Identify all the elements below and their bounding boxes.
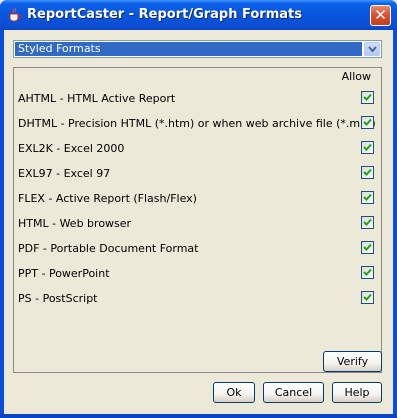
chevron-down-icon	[368, 46, 377, 53]
dialog-window: ReportCaster - Report/Graph Formats ✕ St…	[0, 0, 397, 418]
allow-checkbox[interactable]	[361, 241, 374, 254]
format-label: FLEX - Active Report (Flash/Flex)	[18, 192, 197, 205]
window-title: ReportCaster - Report/Graph Formats	[27, 7, 302, 22]
format-label: PPT - PowerPoint	[18, 267, 110, 280]
allow-checkbox[interactable]	[361, 191, 374, 204]
format-row: PDF - Portable Document Format	[14, 238, 381, 260]
checkmark-icon	[363, 118, 372, 126]
format-label: DHTML - Precision HTML (*.htm) or when w…	[18, 117, 376, 130]
close-button[interactable]: ✕	[370, 5, 391, 26]
format-set-dropdown[interactable]: Styled Formats	[13, 40, 382, 58]
format-row: FLEX - Active Report (Flash/Flex)	[14, 188, 381, 210]
java-cup-icon	[7, 7, 23, 23]
checkmark-icon	[363, 93, 372, 101]
format-list: Allow AHTML - HTML Active Report DHTML - …	[13, 67, 382, 373]
checkmark-icon	[363, 143, 372, 151]
format-label: PS - PostScript	[18, 292, 98, 305]
checkmark-icon	[363, 218, 372, 226]
format-row: PS - PostScript	[14, 288, 381, 310]
format-set-selected: Styled Formats	[15, 42, 362, 56]
window-frame-bottom	[0, 414, 397, 418]
help-button[interactable]: Help	[332, 382, 382, 403]
format-row: EXL2K - Excel 2000	[14, 138, 381, 160]
dropdown-button[interactable]	[364, 42, 380, 56]
checkmark-icon	[363, 168, 372, 176]
format-row: DHTML - Precision HTML (*.htm) or when w…	[14, 113, 381, 135]
format-row: EXL97 - Excel 97	[14, 163, 381, 185]
title-bar[interactable]: ReportCaster - Report/Graph Formats ✕	[0, 0, 397, 30]
checkmark-icon	[363, 243, 372, 251]
format-label: EXL2K - Excel 2000	[18, 142, 125, 155]
allow-checkbox[interactable]	[361, 116, 374, 129]
format-label: AHTML - HTML Active Report	[18, 92, 176, 105]
ok-button[interactable]: Ok	[213, 382, 255, 403]
format-label: PDF - Portable Document Format	[18, 242, 199, 255]
allow-column-header: Allow	[341, 70, 371, 83]
checkmark-icon	[363, 193, 372, 201]
checkmark-icon	[363, 293, 372, 301]
format-row: PPT - PowerPoint	[14, 263, 381, 285]
format-row: HTML - Web browser	[14, 213, 381, 235]
allow-checkbox[interactable]	[361, 266, 374, 279]
format-label: EXL97 - Excel 97	[18, 167, 111, 180]
allow-checkbox[interactable]	[361, 291, 374, 304]
cancel-button[interactable]: Cancel	[263, 382, 324, 403]
allow-checkbox[interactable]	[361, 91, 374, 104]
verify-button[interactable]: Verify	[323, 351, 382, 372]
allow-checkbox[interactable]	[361, 141, 374, 154]
allow-checkbox[interactable]	[361, 216, 374, 229]
allow-checkbox[interactable]	[361, 166, 374, 179]
dialog-body: Styled Formats Allow AHTML - HTML Active…	[4, 30, 393, 414]
checkmark-icon	[363, 268, 372, 276]
format-row: AHTML - HTML Active Report	[14, 88, 381, 110]
close-icon: ✕	[374, 6, 387, 24]
format-label: HTML - Web browser	[18, 217, 132, 230]
